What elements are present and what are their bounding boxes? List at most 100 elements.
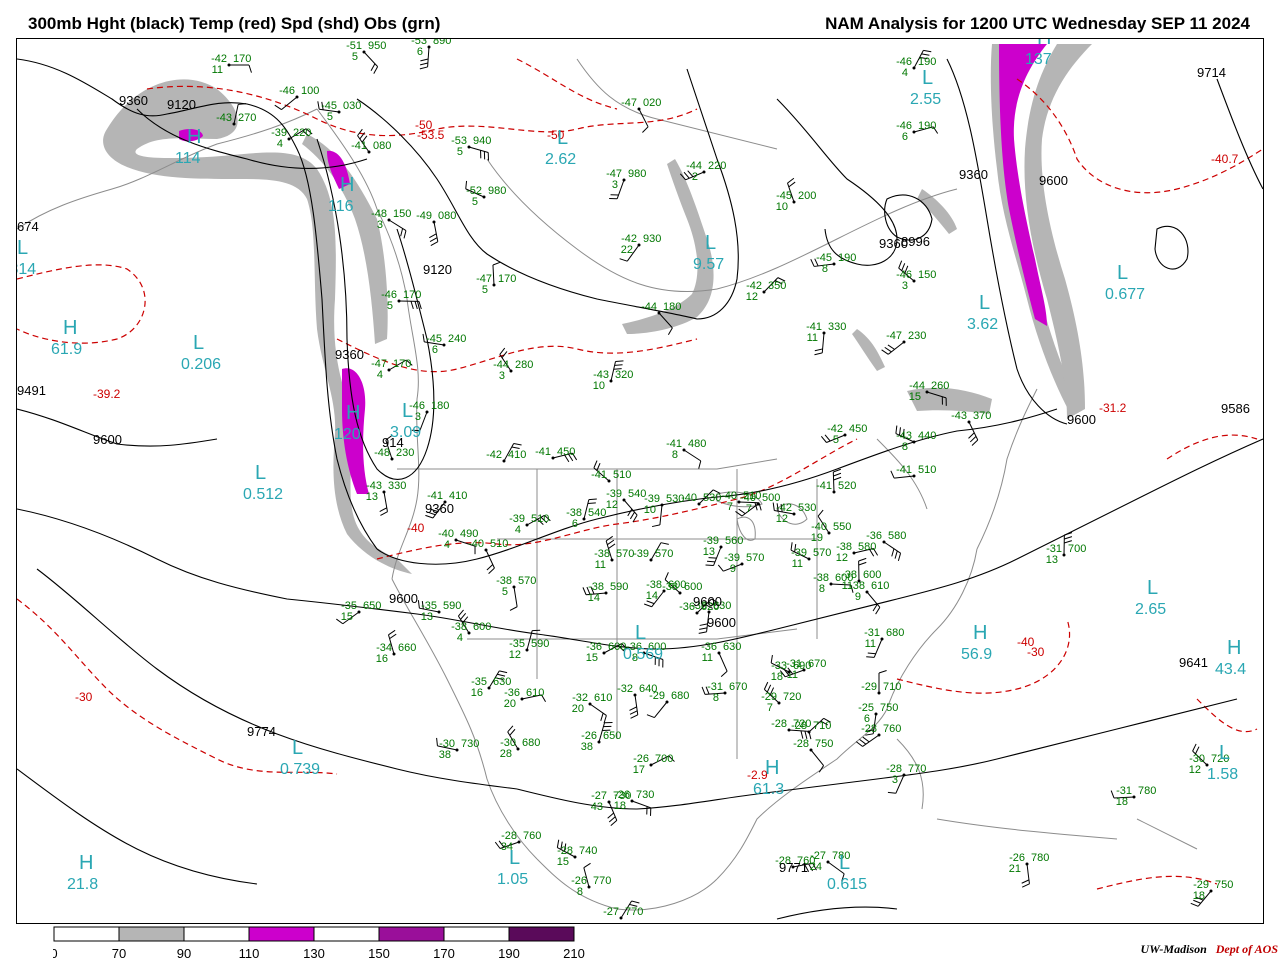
wind-barb-staff bbox=[363, 51, 379, 67]
station-dot bbox=[707, 610, 711, 614]
station-dot bbox=[607, 479, 611, 483]
wind-barb-feather bbox=[1021, 879, 1030, 884]
station-height: 510 bbox=[613, 469, 631, 481]
credit-department: Dept of AOS bbox=[1215, 942, 1278, 956]
colorbar-segment bbox=[508, 926, 575, 942]
station-17: -49 080 bbox=[416, 210, 456, 224]
station-height: 630 bbox=[723, 641, 741, 653]
station-height: 670 bbox=[729, 681, 747, 693]
station-height: 760 bbox=[523, 830, 541, 842]
wind-barb-staff bbox=[616, 179, 625, 199]
station-42: -41 510 bbox=[896, 464, 936, 478]
center-letter: H bbox=[1227, 637, 1241, 659]
wind-barb-staff bbox=[492, 265, 495, 286]
station-temperature: -41 bbox=[351, 140, 367, 152]
station-height: 780 bbox=[1031, 852, 1049, 864]
station-93: -28 750 bbox=[793, 738, 833, 752]
station-dot bbox=[467, 145, 471, 149]
station-dewpoint-depression: 5 bbox=[327, 111, 333, 123]
station-dewpoint-depression: 16 bbox=[376, 653, 388, 665]
station-57: -39 5709 bbox=[724, 552, 764, 575]
station-dewpoint-depression: 13 bbox=[421, 611, 433, 623]
height-label: 9360 bbox=[335, 347, 364, 362]
wind-barb-feather bbox=[400, 228, 404, 237]
station-dot bbox=[287, 137, 291, 141]
station-dot bbox=[807, 730, 811, 734]
station-4: -45 0305 bbox=[321, 100, 361, 123]
center-low: L 0.512 bbox=[243, 462, 283, 503]
wind-barb-feather bbox=[705, 564, 714, 567]
station-temperature: -29 bbox=[649, 690, 665, 702]
colorbar-tick-label: 210 bbox=[563, 946, 585, 960]
station-33: -46 1803 bbox=[409, 400, 449, 423]
station-dewpoint-depression: 8 bbox=[672, 449, 678, 461]
station-11: -44 2202 bbox=[686, 160, 726, 183]
wind-barb-feather bbox=[499, 670, 508, 674]
station-height: 610 bbox=[526, 687, 544, 699]
station-dot bbox=[588, 702, 592, 706]
station-height: 150 bbox=[918, 269, 936, 281]
height-label: 9360 bbox=[425, 501, 454, 516]
wind-barb-feather bbox=[890, 470, 895, 479]
station-height: 570 bbox=[518, 575, 536, 587]
wind-barb-feather bbox=[419, 66, 428, 70]
wind-barb-staff bbox=[862, 734, 880, 747]
station-24: -44 180 bbox=[641, 301, 681, 315]
station-2: -53 8906 bbox=[411, 39, 451, 58]
wind-barb-feather bbox=[866, 656, 875, 658]
height-label: 9120 bbox=[423, 262, 452, 277]
station-dot bbox=[1209, 889, 1213, 893]
wind-barb-feather bbox=[619, 258, 628, 262]
station-dot bbox=[607, 800, 611, 804]
center-letter: L bbox=[509, 847, 520, 869]
center-value: 2.55 bbox=[910, 91, 941, 108]
wind-barb-feather bbox=[501, 351, 508, 359]
wind-barb-feather bbox=[923, 49, 932, 53]
station-dot bbox=[609, 379, 613, 383]
station-39: -41 4808 bbox=[666, 438, 706, 461]
wind-barb-feather bbox=[629, 706, 637, 711]
station-70: -38 6109 bbox=[849, 580, 889, 603]
wind-barb-staff bbox=[832, 471, 835, 493]
border-line bbox=[936, 818, 1118, 840]
station-dewpoint-depression: 15 bbox=[909, 391, 921, 403]
station-temperature: -36 bbox=[866, 530, 882, 542]
station-dewpoint-depression: 13 bbox=[1046, 554, 1058, 566]
station-dot bbox=[397, 299, 401, 303]
wind-barb-feather bbox=[600, 713, 604, 721]
wind-barb-feather bbox=[859, 738, 867, 745]
station-dot bbox=[1025, 862, 1029, 866]
station-26: -47 230 bbox=[886, 330, 926, 344]
wind-barb-feather bbox=[417, 600, 420, 609]
wind-barb-feather bbox=[814, 352, 823, 356]
wind-barb-feather bbox=[488, 567, 495, 574]
colorbar-segment bbox=[53, 926, 120, 942]
wind-barb-feather bbox=[389, 633, 397, 640]
station-dewpoint-depression: 38 bbox=[439, 749, 451, 761]
station-65: -38 59014 bbox=[588, 581, 629, 604]
height-contour bbox=[776, 906, 898, 920]
station-height: 220 bbox=[293, 127, 311, 139]
temperature-contour bbox=[17, 264, 146, 344]
wind-barb-feather bbox=[1190, 902, 1199, 907]
center-value: 137 bbox=[1025, 51, 1052, 68]
station-85: -32 61020 bbox=[572, 692, 613, 715]
station-dewpoint-depression: 20 bbox=[504, 698, 516, 710]
wind-barb-feather bbox=[631, 900, 640, 904]
station-dewpoint-depression: 18 bbox=[1193, 890, 1205, 902]
colorbar-segment bbox=[183, 926, 250, 942]
station-dewpoint-depression: 12 bbox=[1189, 764, 1201, 776]
wind-barb-feather bbox=[698, 460, 702, 469]
colorbar-tick-label: 70 bbox=[112, 946, 126, 960]
station-dot bbox=[597, 740, 601, 744]
station-dewpoint-depression: 5 bbox=[472, 196, 478, 208]
station-height: 230 bbox=[908, 330, 926, 342]
chart-title: 300mb Hght (black) Temp (red) Spd (shd) … bbox=[28, 14, 441, 33]
station-dewpoint-depression: 9 bbox=[730, 563, 736, 575]
wind-barb-feather bbox=[660, 542, 669, 545]
station-height: 570 bbox=[655, 548, 673, 560]
height-label: 674 bbox=[17, 219, 39, 234]
border-line bbox=[1136, 818, 1198, 850]
station-height: 350 bbox=[768, 280, 786, 292]
station-dot bbox=[925, 390, 929, 394]
